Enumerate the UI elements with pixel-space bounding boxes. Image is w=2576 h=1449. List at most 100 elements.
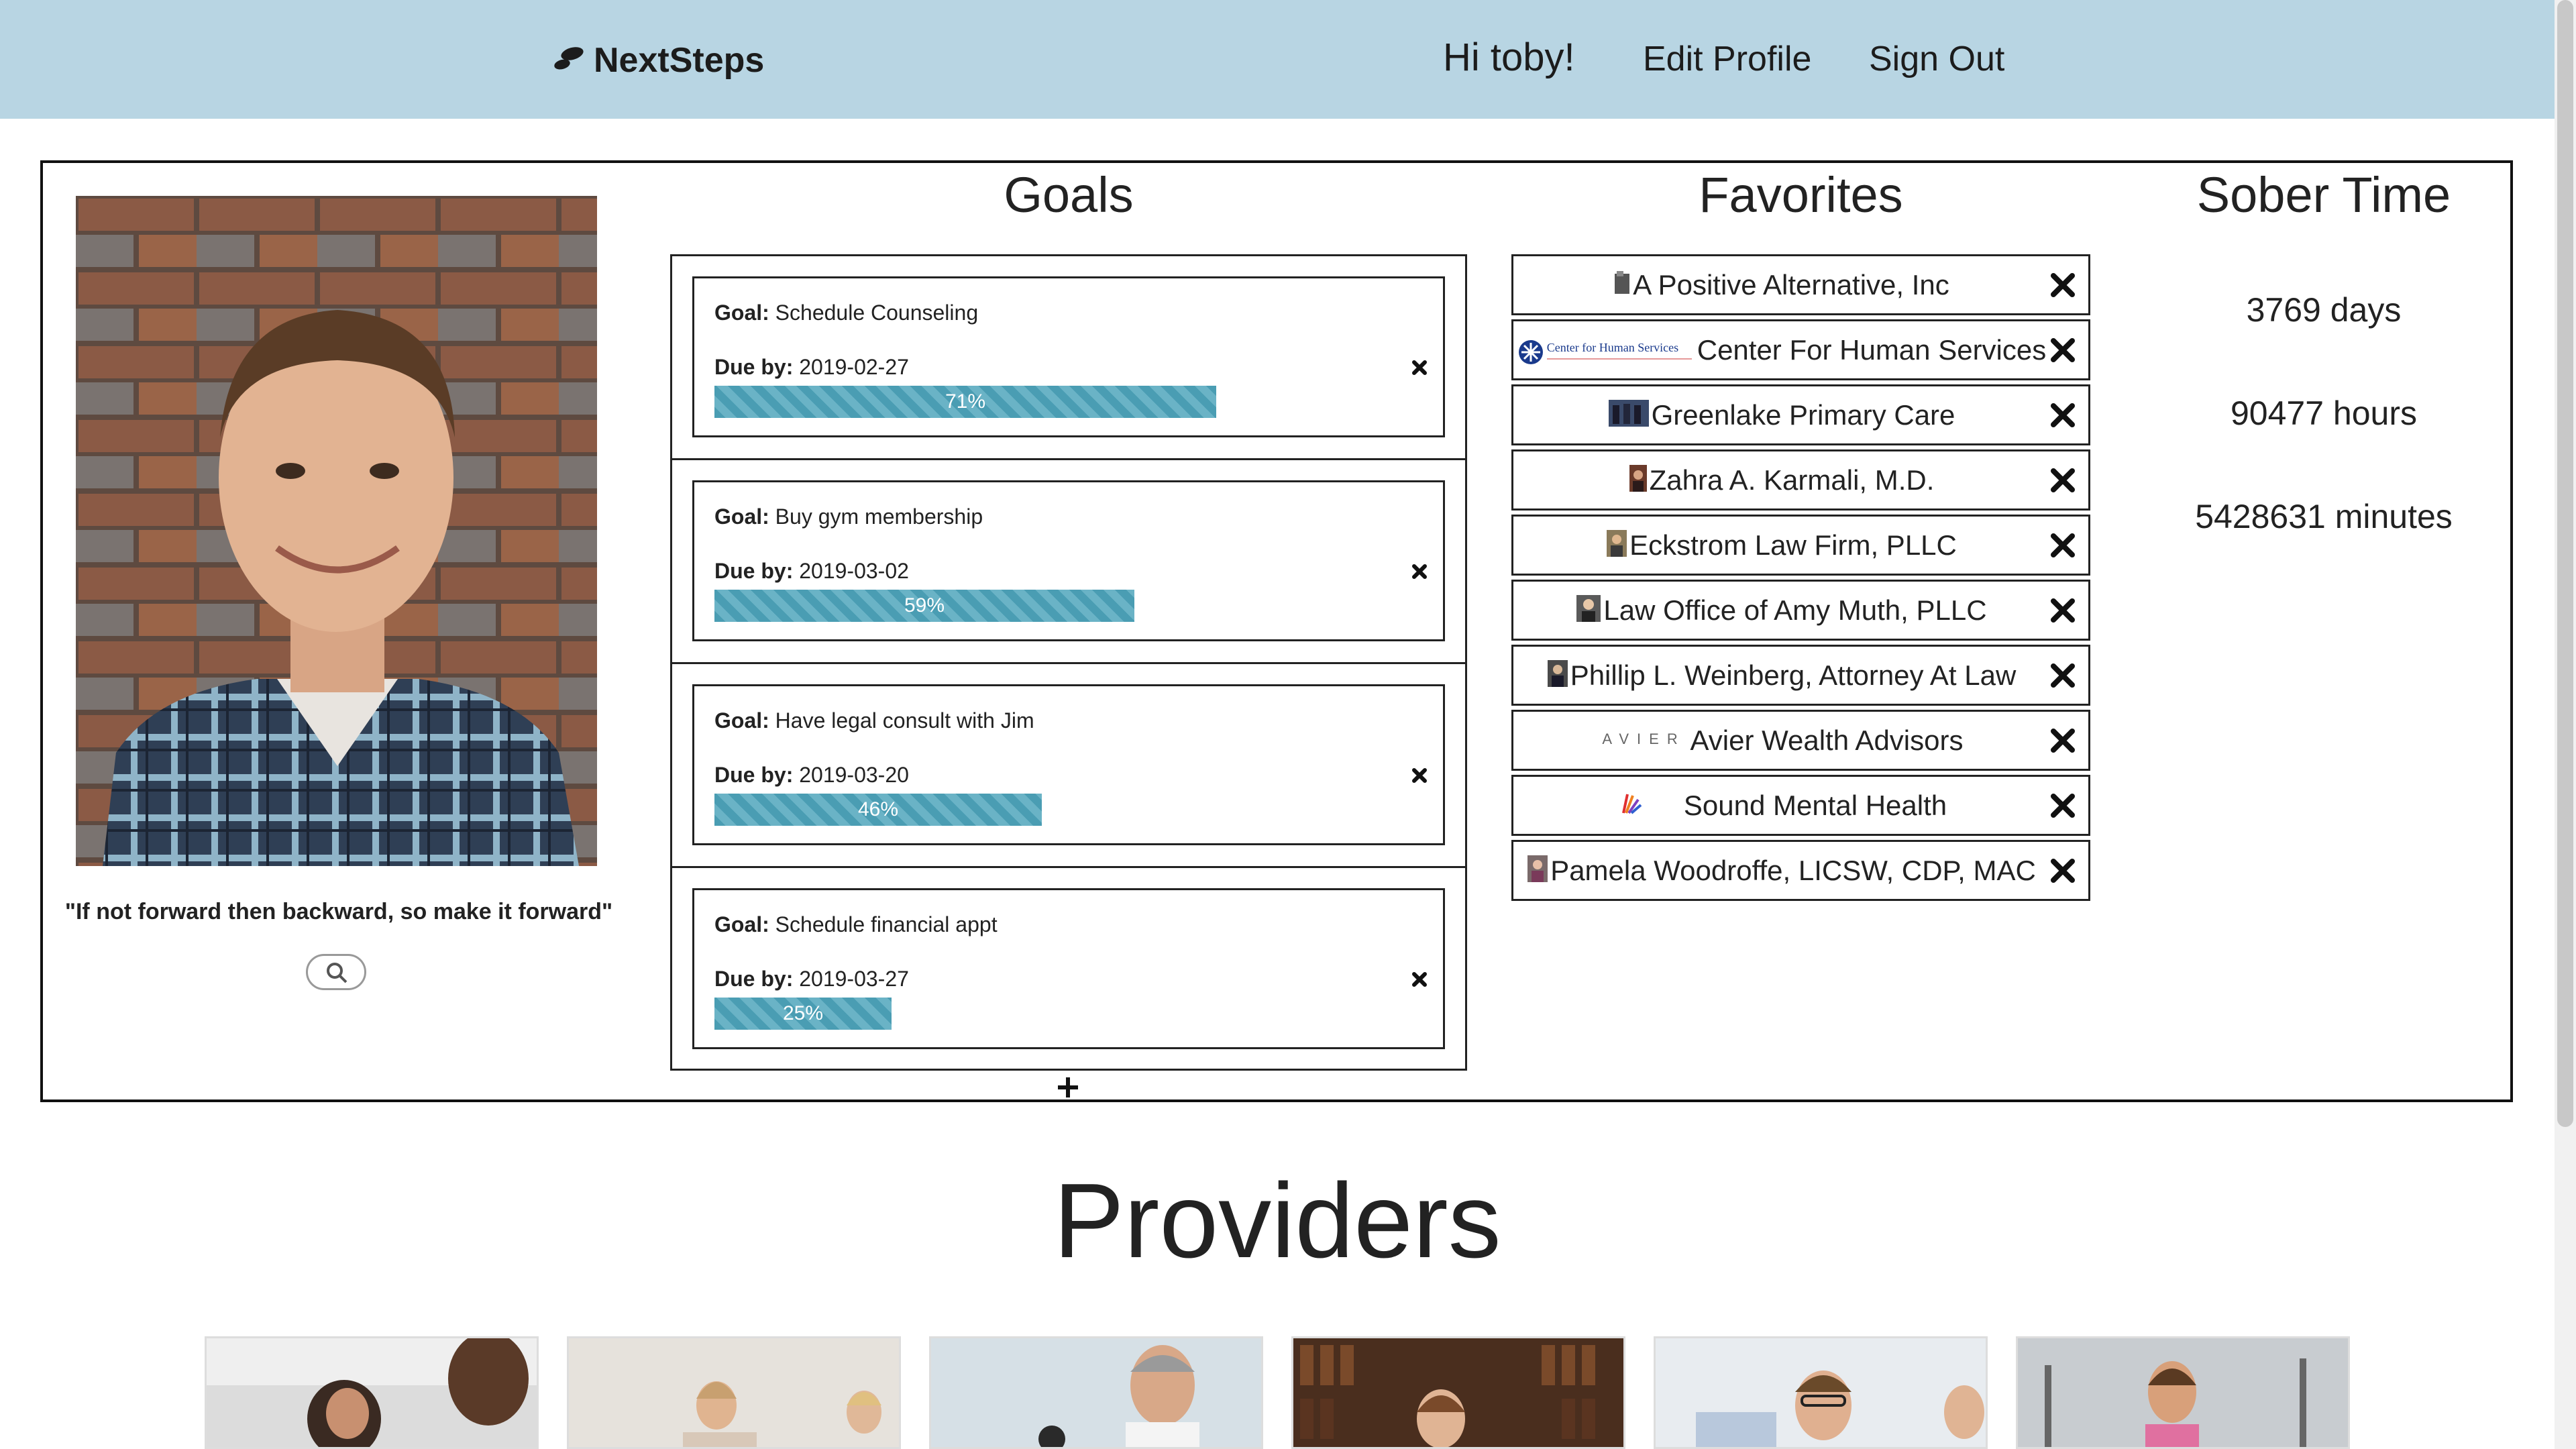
- goals-list: Goal: Schedule Counseling Due by: 2019-0…: [670, 254, 1467, 1071]
- favorite-link[interactable]: AVIER Avier Wealth Advisors: [1513, 712, 2050, 769]
- favorite-link[interactable]: Eckstrom Law Firm, PLLC: [1513, 517, 2050, 574]
- profile-photo: [76, 196, 597, 866]
- favorite-item: Law Office of Amy Muth, PLLC: [1511, 580, 2090, 641]
- greeting: Hi toby!: [1443, 36, 1575, 79]
- goal-card: Goal: Schedule Counseling Due by: 2019-0…: [692, 276, 1445, 437]
- sober-hours: 90477 hours: [2230, 394, 2417, 432]
- favorite-item: Pamela Woodroffe, LICSW, CDP, MAC: [1511, 840, 2090, 901]
- goal-card: Goal: Have legal consult with Jim Due by…: [692, 684, 1445, 845]
- provider-image: [1293, 1338, 1623, 1447]
- provider-logo: [1617, 779, 1644, 836]
- goals-title: Goals: [1004, 167, 1134, 223]
- provider-image: [569, 1338, 899, 1447]
- goal-item: Goal: Schedule Counseling Due by: 2019-0…: [672, 256, 1465, 460]
- provider-image: [1656, 1338, 1986, 1447]
- provider-logo: [1614, 258, 1630, 315]
- goal-progress-bar: 71%: [714, 386, 1216, 418]
- goal-progress-bar: 25%: [714, 998, 892, 1030]
- goal-text: Goal: Have legal consult with Jim: [714, 708, 1034, 733]
- brand-link[interactable]: NextSteps: [552, 37, 764, 84]
- remove-favorite-button[interactable]: [2049, 857, 2076, 884]
- close-icon: [1412, 564, 1427, 579]
- provider-logo: [1607, 519, 1627, 576]
- close-icon: [1412, 768, 1427, 783]
- favorite-item: Zahra A. Karmali, M.D.: [1511, 449, 2090, 511]
- remove-favorite-button[interactable]: [2049, 467, 2076, 494]
- goal-item: Goal: Schedule financial appt Due by: 20…: [672, 868, 1465, 1071]
- provider-logo-text: AVIER: [1602, 730, 1686, 747]
- delete-goal-button[interactable]: [1407, 559, 1432, 584]
- provider-logo-text: Center for Human Services: [1546, 340, 1679, 354]
- goal-text: Goal: Schedule Counseling: [714, 301, 979, 325]
- favorite-link[interactable]: Sound Mental Health: [1513, 777, 2050, 834]
- provider-card-legal[interactable]: [1291, 1336, 1625, 1449]
- search-button[interactable]: [306, 954, 366, 990]
- goal-card: Goal: Buy gym membership Due by: 2019-03…: [692, 480, 1445, 641]
- profile-quote: "If not forward then backward, so make i…: [64, 899, 613, 924]
- provider-logo: [1629, 453, 1647, 511]
- goal-item: Goal: Buy gym membership Due by: 2019-03…: [672, 460, 1465, 664]
- remove-favorite-button[interactable]: [2049, 532, 2076, 559]
- goal-card: Goal: Schedule financial appt Due by: 20…: [692, 888, 1445, 1049]
- favorite-link[interactable]: A Positive Alternative, Inc: [1513, 256, 2050, 313]
- scrollbar-thumb[interactable]: [2557, 0, 2573, 1127]
- edit-profile-link[interactable]: Edit Profile: [1643, 39, 1811, 79]
- remove-favorite-button[interactable]: [2049, 337, 2076, 364]
- close-icon: [2051, 533, 2075, 557]
- delete-goal-button[interactable]: [1407, 967, 1432, 992]
- provider-card-counseling[interactable]: [205, 1336, 539, 1449]
- provider-logo: [1527, 844, 1548, 901]
- providers-title: Providers: [1053, 1162, 1501, 1280]
- close-icon: [2051, 794, 2075, 818]
- search-icon: [325, 961, 348, 987]
- delete-goal-button[interactable]: [1407, 355, 1432, 380]
- close-icon: [2051, 859, 2075, 883]
- close-icon: [2051, 338, 2075, 362]
- favorite-item: Phillip L. Weinberg, Attorney At Law: [1511, 645, 2090, 706]
- remove-favorite-button[interactable]: [2049, 272, 2076, 299]
- remove-favorite-button[interactable]: [2049, 597, 2076, 624]
- close-icon: [2051, 729, 2075, 753]
- provider-image: [2018, 1338, 2348, 1447]
- favorite-item: A Positive Alternative, Inc: [1511, 254, 2090, 315]
- provider-card-medical[interactable]: [929, 1336, 1263, 1449]
- favorite-link[interactable]: Pamela Woodroffe, LICSW, CDP, MAC: [1513, 842, 2050, 899]
- remove-favorite-button[interactable]: [2049, 792, 2076, 819]
- sign-out-link[interactable]: Sign Out: [1869, 39, 2004, 79]
- provider-logo: [1576, 584, 1601, 641]
- brand-name: NextSteps: [594, 41, 765, 80]
- provider-image: [931, 1338, 1261, 1447]
- favorite-link[interactable]: Phillip L. Weinberg, Attorney At Law: [1513, 647, 2050, 704]
- provider-card-fitness[interactable]: [2016, 1336, 2350, 1449]
- favorite-item: Eckstrom Law Firm, PLLC: [1511, 515, 2090, 576]
- goal-text: Goal: Schedule financial appt: [714, 912, 998, 936]
- provider-image: [207, 1338, 537, 1447]
- remove-favorite-button[interactable]: [2049, 662, 2076, 689]
- favorite-item: Greenlake Primary Care: [1511, 384, 2090, 445]
- delete-goal-button[interactable]: [1407, 763, 1432, 788]
- favorites-title: Favorites: [1699, 167, 1903, 223]
- favorite-link[interactable]: Law Office of Amy Muth, PLLC: [1513, 582, 2050, 639]
- close-icon: [2051, 598, 2075, 623]
- provider-card-financial[interactable]: [1654, 1336, 1988, 1449]
- close-icon: [2051, 273, 2075, 297]
- goal-due-date: Due by: 2019-03-27: [714, 967, 909, 991]
- goal-progress-bar: 46%: [714, 794, 1042, 826]
- sober-days: 3769 days: [2246, 291, 2402, 329]
- favorite-link[interactable]: Zahra A. Karmali, M.D.: [1513, 451, 2050, 508]
- goal-due-date: Due by: 2019-02-27: [714, 355, 909, 379]
- favorite-link[interactable]: Center for Human Services Center For Hum…: [1513, 321, 2050, 378]
- provider-logo: AVIER: [1601, 728, 1688, 757]
- close-icon: [2051, 403, 2075, 427]
- goal-progress-bar: 59%: [714, 590, 1134, 622]
- close-icon: [2051, 468, 2075, 492]
- sober-minutes: 5428631 minutes: [2195, 498, 2453, 535]
- remove-favorite-button[interactable]: [2049, 727, 2076, 754]
- favorite-item: AVIER Avier Wealth Advisors: [1511, 710, 2090, 771]
- remove-favorite-button[interactable]: [2049, 402, 2076, 429]
- add-goal-button[interactable]: [1055, 1072, 1081, 1103]
- favorite-link[interactable]: Greenlake Primary Care: [1513, 386, 2050, 443]
- provider-card-therapy[interactable]: [567, 1336, 901, 1449]
- plus-icon: [1058, 1077, 1078, 1097]
- goal-item: Goal: Have legal consult with Jim Due by…: [672, 664, 1465, 868]
